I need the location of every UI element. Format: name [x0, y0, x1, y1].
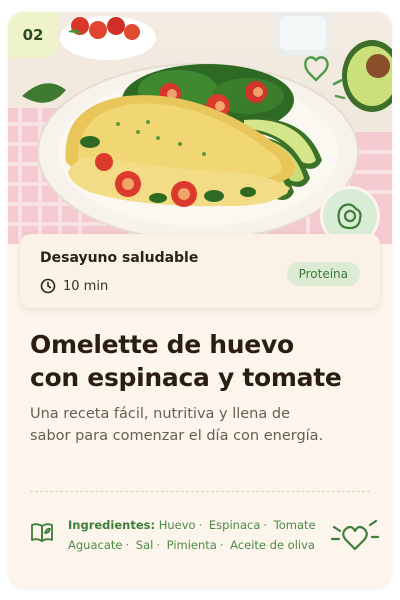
ingredient-item: Pimienta: [166, 538, 217, 552]
clock-icon: [40, 278, 56, 294]
meal-type: Desayuno saludable: [40, 250, 199, 266]
recipe-description: Una receta fácil, nutritiva y llena de s…: [30, 406, 324, 444]
recipe-title: Omelette de huevo con espinaca y tomate: [30, 328, 380, 394]
prep-time: 10 min: [40, 278, 108, 294]
ingredients-list: Ingredientes: Huevo · Espinaca · Tomate Ag…: [68, 518, 316, 552]
protein-tag[interactable]: Proteína: [286, 262, 360, 286]
ingredient-item: Tomate: [273, 518, 316, 532]
ingredient-item: Aguacate: [68, 538, 123, 552]
water-glass: [274, 12, 332, 56]
recipe-number-badge: 02: [8, 12, 58, 58]
ingredients-label: Ingredientes:: [68, 518, 156, 532]
ingredient-item: Aceite de oliva: [230, 538, 315, 552]
avocado-half: [342, 40, 392, 112]
tomato-bowl: [60, 16, 156, 60]
recipe-title-line-2: con espinaca y tomate: [30, 363, 342, 392]
ingredient-item: Sal: [135, 538, 154, 552]
ingredient-item: Huevo: [158, 518, 196, 532]
recipe-book-icon: [31, 523, 53, 542]
ingredient-item: Espinaca: [208, 518, 261, 532]
prep-time-value: 10 min: [63, 278, 109, 294]
recipe-card[interactable]: 02 Desayuno saludable 10 min Proteína Om…: [8, 12, 392, 588]
recipe-title-line-1: Omelette de huevo: [30, 330, 294, 359]
recipe-info-bar: Desayuno saludable 10 min Proteína: [20, 234, 380, 308]
heart-doodle-icon: [330, 519, 380, 551]
divider: [30, 491, 370, 492]
